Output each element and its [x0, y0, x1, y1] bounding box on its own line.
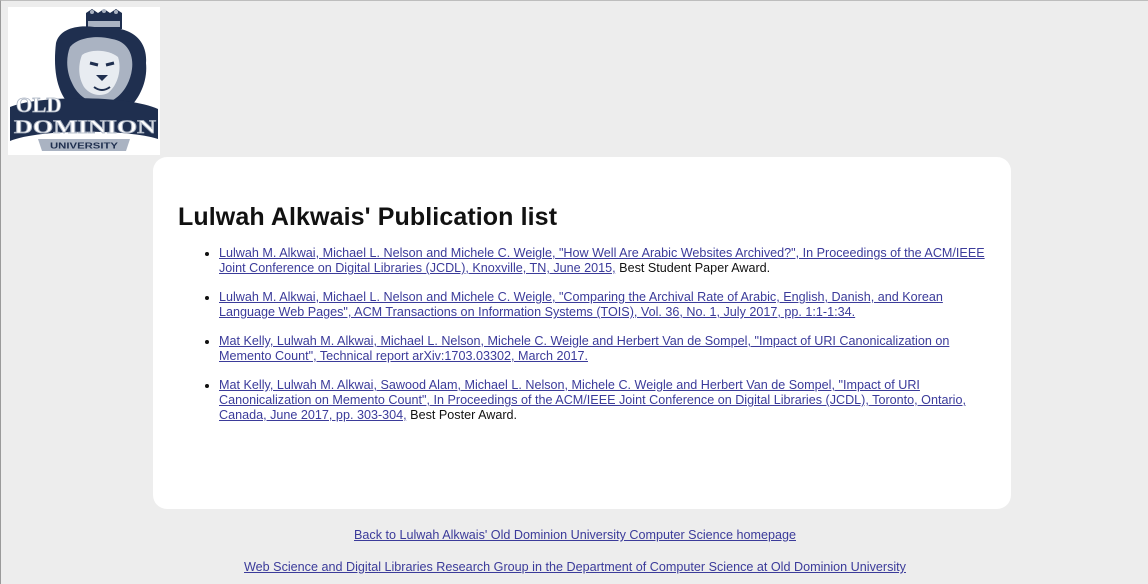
footer-homepage: Back to Lulwah Alkwais' Old Dominion Uni… — [1, 528, 1148, 542]
svg-text:UNIVERSITY: UNIVERSITY — [50, 142, 119, 151]
svg-text:DOMINION: DOMINION — [14, 117, 156, 138]
publication-link-4[interactable]: Mat Kelly, Lulwah M. Alkwai, Sawood Alam… — [219, 378, 966, 422]
publication-link-1[interactable]: Lulwah M. Alkwai, Michael L. Nelson and … — [219, 246, 985, 275]
publication-item: Lulwah M. Alkwai, Michael L. Nelson and … — [219, 290, 989, 320]
publication-item: Mat Kelly, Lulwah M. Alkwai, Michael L. … — [219, 334, 989, 364]
publication-item: Lulwah M. Alkwai, Michael L. Nelson and … — [219, 246, 989, 276]
footer-research-group: Web Science and Digital Libraries Resear… — [1, 560, 1148, 574]
page-title: Lulwah Alkwais' Publication list — [178, 203, 558, 231]
award-label: Best Student Paper Award. — [615, 261, 771, 275]
page: OLD DOMINION UNIVERSITY Lulwah Alkwais' … — [0, 0, 1148, 584]
homepage-link[interactable]: Back to Lulwah Alkwais' Old Dominion Uni… — [354, 528, 796, 542]
publication-card: Lulwah Alkwais' Publication list Lulwah … — [153, 157, 1011, 509]
publication-link-2[interactable]: Lulwah M. Alkwai, Michael L. Nelson and … — [219, 290, 943, 319]
publication-link-3[interactable]: Mat Kelly, Lulwah M. Alkwai, Michael L. … — [219, 334, 949, 363]
lion-logo-icon: OLD DOMINION UNIVERSITY — [10, 9, 158, 151]
research-group-link[interactable]: Web Science and Digital Libraries Resear… — [244, 560, 906, 574]
svg-text:OLD: OLD — [16, 93, 62, 117]
publication-list: Lulwah M. Alkwai, Michael L. Nelson and … — [178, 246, 989, 423]
publication-item: Mat Kelly, Lulwah M. Alkwai, Sawood Alam… — [219, 378, 989, 423]
university-logo: OLD DOMINION UNIVERSITY — [8, 7, 160, 155]
award-label: Best Poster Award. — [406, 408, 518, 422]
